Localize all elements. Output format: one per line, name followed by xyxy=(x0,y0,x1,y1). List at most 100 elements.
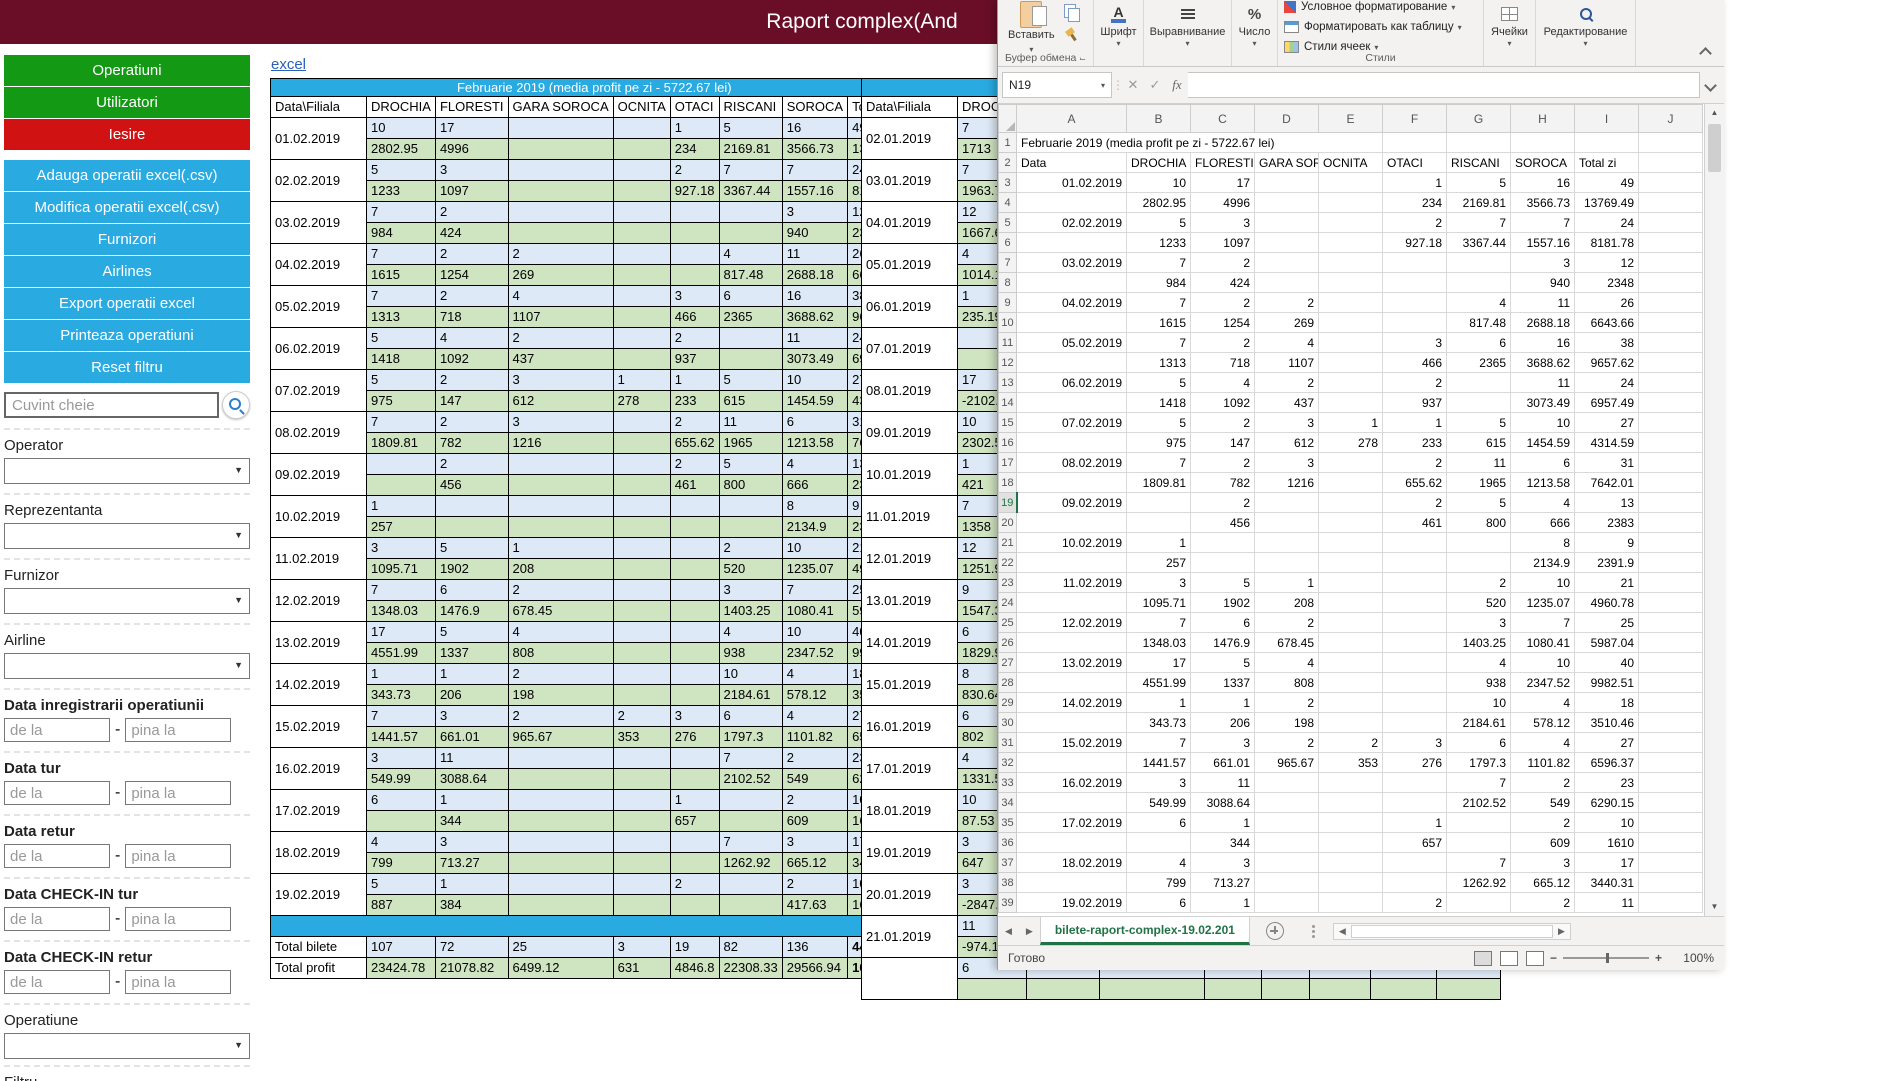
excel-cell[interactable] xyxy=(1319,833,1383,853)
excel-row-header[interactable]: 34 xyxy=(999,793,1017,813)
excel-row-header[interactable]: 35 xyxy=(999,813,1017,833)
excel-cell[interactable]: 2 xyxy=(1191,413,1255,433)
excel-cell[interactable] xyxy=(1255,553,1319,573)
excel-cell[interactable] xyxy=(1255,513,1319,533)
excel-row-header[interactable]: 19 xyxy=(999,493,1017,513)
excel-cell[interactable] xyxy=(1383,313,1447,333)
excel-row-header[interactable]: 6 xyxy=(999,233,1017,253)
excel-cell[interactable]: 7 xyxy=(1127,453,1191,473)
date-from-input-data-tur[interactable] xyxy=(4,781,110,805)
excel-cell[interactable] xyxy=(1639,353,1703,373)
excel-cell[interactable] xyxy=(1639,333,1703,353)
excel-cell[interactable] xyxy=(1639,173,1703,193)
excel-cell[interactable]: 7 xyxy=(1447,773,1511,793)
sidebar-button-utilizatori[interactable]: Utilizatori xyxy=(4,87,250,118)
excel-row-header[interactable]: 9 xyxy=(999,293,1017,313)
excel-cell[interactable] xyxy=(1383,293,1447,313)
excel-cell[interactable]: 09.02.2019 xyxy=(1017,493,1127,513)
excel-cell[interactable]: 01.02.2019 xyxy=(1017,173,1127,193)
excel-cell[interactable]: 7 xyxy=(1447,213,1511,233)
excel-cell[interactable]: 1 xyxy=(1127,693,1191,713)
date-to-input-data-retur[interactable] xyxy=(125,844,231,868)
excel-cell[interactable] xyxy=(1255,253,1319,273)
excel-cell[interactable]: 4551.99 xyxy=(1127,673,1191,693)
excel-cell[interactable] xyxy=(1447,393,1511,413)
excel-cell[interactable]: FLORESTI xyxy=(1191,153,1255,173)
excel-cell[interactable] xyxy=(1017,273,1127,293)
excel-cell[interactable] xyxy=(1319,233,1383,253)
excel-cell[interactable]: 1454.59 xyxy=(1511,433,1575,453)
excel-cell[interactable]: 3 xyxy=(1191,853,1255,873)
excel-cell[interactable]: 11 xyxy=(1447,453,1511,473)
prev-sheet-icon[interactable]: ◀ xyxy=(998,926,1019,937)
excel-cell[interactable] xyxy=(1319,333,1383,353)
select-operator[interactable]: ▼ xyxy=(4,458,250,484)
excel-cell[interactable]: 1080.41 xyxy=(1511,633,1575,653)
excel-cell[interactable]: 3688.62 xyxy=(1511,353,1575,373)
excel-column-header-F[interactable]: F xyxy=(1383,105,1447,133)
excel-cell[interactable]: 7 xyxy=(1447,853,1511,873)
excel-cell[interactable]: 2134.9 xyxy=(1511,553,1575,573)
excel-cell[interactable]: 2802.95 xyxy=(1127,193,1191,213)
excel-cell[interactable]: 4 xyxy=(1447,293,1511,313)
excel-cell[interactable]: 1 xyxy=(1191,813,1255,833)
excel-cell[interactable] xyxy=(1127,493,1191,513)
excel-cell[interactable]: 10 xyxy=(1575,813,1639,833)
date-from-input-data-inregistrarii-operatiunii[interactable] xyxy=(4,718,110,742)
excel-cell[interactable] xyxy=(1255,793,1319,813)
excel-row-header[interactable]: 36 xyxy=(999,833,1017,853)
excel-cell[interactable] xyxy=(1447,893,1511,913)
excel-cell[interactable] xyxy=(1639,513,1703,533)
excel-row-header[interactable]: 8 xyxy=(999,273,1017,293)
excel-row-header[interactable]: 25 xyxy=(999,613,1017,633)
paste-button[interactable]: Вставить ▾ xyxy=(1008,1,1055,55)
ribbon-style-item-0[interactable]: Условное форматирование▾ xyxy=(1278,0,1483,17)
excel-cell[interactable] xyxy=(1255,193,1319,213)
sidebar-button-iesire[interactable]: Iesire xyxy=(4,119,250,150)
excel-cell[interactable]: 25 xyxy=(1575,613,1639,633)
select-all-corner[interactable] xyxy=(999,105,1017,133)
excel-cell[interactable] xyxy=(1639,573,1703,593)
excel-cell[interactable]: 549 xyxy=(1511,793,1575,813)
excel-cell[interactable] xyxy=(1447,273,1511,293)
excel-cell[interactable]: 5 xyxy=(1127,373,1191,393)
excel-row-header[interactable]: 12 xyxy=(999,353,1017,373)
excel-cell[interactable]: Data xyxy=(1017,153,1127,173)
excel-cell[interactable]: 16 xyxy=(1511,333,1575,353)
excel-cell[interactable] xyxy=(1639,533,1703,553)
excel-cell[interactable] xyxy=(1639,653,1703,673)
excel-cell[interactable] xyxy=(1319,193,1383,213)
excel-cell[interactable]: 31 xyxy=(1575,453,1639,473)
excel-cell[interactable]: 2 xyxy=(1255,293,1319,313)
excel-cell[interactable] xyxy=(1639,893,1703,913)
excel-cell[interactable] xyxy=(1127,513,1191,533)
excel-cell[interactable]: 1097 xyxy=(1191,233,1255,253)
excel-cell[interactable]: 2 xyxy=(1191,493,1255,513)
page-layout-view-icon[interactable] xyxy=(1500,951,1518,966)
excel-cell[interactable] xyxy=(1017,473,1127,493)
excel-row-header[interactable]: 13 xyxy=(999,373,1017,393)
excel-cell[interactable]: 2365 xyxy=(1447,353,1511,373)
excel-cell[interactable] xyxy=(1319,593,1383,613)
excel-cell[interactable]: 9982.51 xyxy=(1575,673,1639,693)
excel-cell[interactable] xyxy=(1383,853,1447,873)
excel-cell[interactable]: 13 xyxy=(1575,493,1639,513)
excel-cell[interactable]: 3440.31 xyxy=(1575,873,1639,893)
excel-cell[interactable]: 02.02.2019 xyxy=(1017,213,1127,233)
excel-cell[interactable]: 1337 xyxy=(1191,673,1255,693)
excel-cell[interactable]: 3 xyxy=(1447,613,1511,633)
excel-cell[interactable]: 1235.07 xyxy=(1511,593,1575,613)
excel-cell[interactable]: OCNITA xyxy=(1319,153,1383,173)
excel-cell[interactable]: 2 xyxy=(1191,333,1255,353)
excel-cell[interactable]: 3073.49 xyxy=(1511,393,1575,413)
excel-cell[interactable]: 2 xyxy=(1383,373,1447,393)
excel-cell[interactable] xyxy=(1383,793,1447,813)
excel-cell[interactable]: 1 xyxy=(1127,533,1191,553)
new-sheet-button[interactable] xyxy=(1266,922,1284,940)
scroll-down-icon[interactable]: ▼ xyxy=(1711,898,1719,916)
excel-column-header-I[interactable]: I xyxy=(1575,105,1639,133)
excel-cell[interactable] xyxy=(1639,473,1703,493)
excel-cell[interactable]: SOROCA xyxy=(1511,153,1575,173)
excel-cell[interactable]: 3 xyxy=(1511,253,1575,273)
excel-cell[interactable]: 466 xyxy=(1383,353,1447,373)
